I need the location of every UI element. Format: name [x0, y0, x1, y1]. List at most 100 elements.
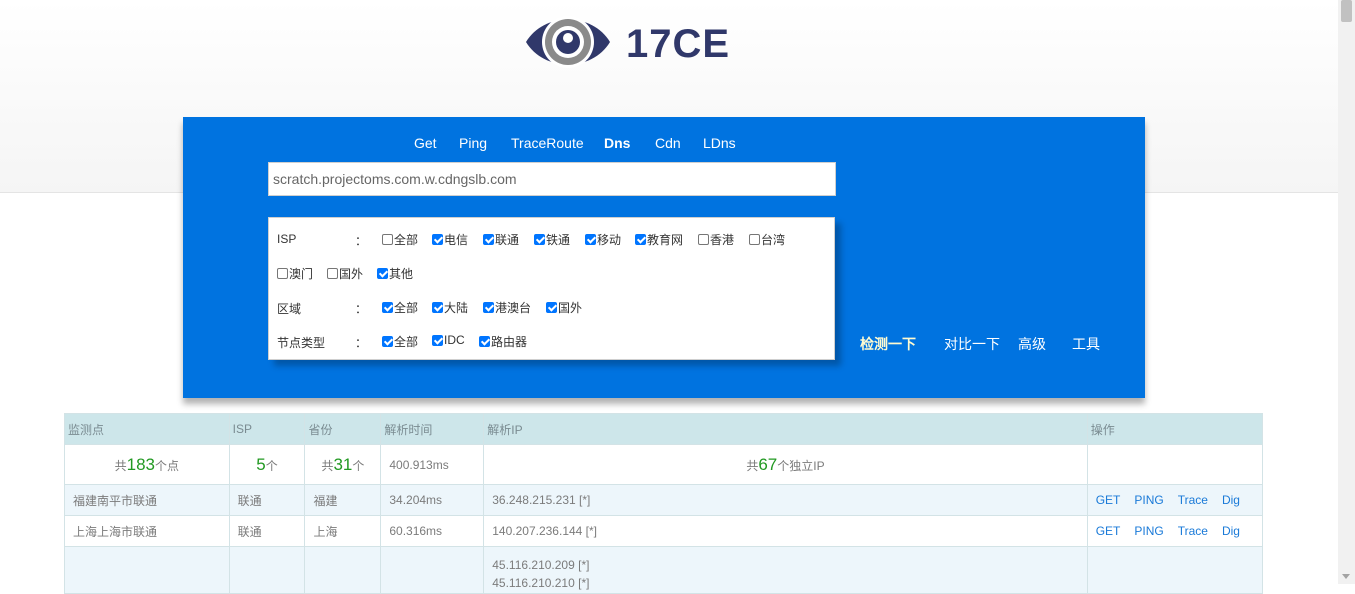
dig-link[interactable]: Dig	[1222, 524, 1240, 538]
compare-button[interactable]: 对比一下	[944, 334, 1000, 354]
checkbox-icon[interactable]	[432, 334, 443, 346]
col-resolve-time: 解析时间	[380, 413, 485, 445]
row-province	[304, 546, 382, 594]
trace-link[interactable]: Trace	[1178, 524, 1208, 538]
tab-get[interactable]: Get	[414, 135, 437, 151]
summary-ip-suffix: 个独立IP	[777, 458, 825, 473]
tools-button[interactable]: 工具	[1072, 334, 1100, 354]
get-link[interactable]: GET	[1096, 524, 1121, 538]
node-checkbox-label: 全部	[394, 335, 419, 349]
region-checkbox-3[interactable]: 国外	[546, 299, 582, 316]
scrollbar-thumb[interactable]	[1341, 0, 1352, 22]
col-isp: ISP	[228, 413, 306, 445]
col-actions: 操作	[1086, 413, 1264, 445]
region-checkbox-label: 港澳台	[495, 301, 532, 315]
isp-checkbox-6[interactable]: 香港	[698, 231, 734, 248]
region-checkbox-label: 大陆	[444, 301, 469, 315]
row-monitor-point: 上海上海市联通	[64, 515, 230, 547]
checkbox-icon[interactable]	[277, 268, 288, 279]
checkbox-icon[interactable]	[749, 234, 760, 245]
checkbox-icon[interactable]	[479, 336, 490, 347]
table-row: 上海上海市联通 联通 上海 60.316ms 140.207.236.144 […	[64, 515, 1264, 547]
summary-isp-suffix: 个	[265, 458, 278, 473]
results-table: 监测点 ISP 省份 解析时间 解析IP 操作 共183个点 5个 共31个 4…	[64, 413, 1264, 594]
isp-checkbox-7[interactable]: 台湾	[749, 231, 785, 248]
checkbox-icon[interactable]	[432, 234, 443, 245]
node-checkbox-2[interactable]: 路由器	[479, 333, 527, 350]
row-ip: 140.207.236.144 [*]	[483, 515, 1088, 547]
isp-checkbox-3[interactable]: 铁通	[534, 231, 570, 248]
vertical-scrollbar[interactable]	[1338, 0, 1355, 584]
dig-link[interactable]: Dig	[1222, 493, 1240, 507]
col-resolve-ip: 解析IP	[483, 413, 1088, 445]
isp-checkbox-1[interactable]: 电信	[432, 231, 468, 248]
checkbox-icon[interactable]	[382, 234, 393, 245]
summary-points-prefix: 共	[114, 458, 127, 473]
checkbox-icon[interactable]	[546, 302, 557, 313]
region-checkbox-2[interactable]: 港澳台	[483, 299, 531, 316]
isp-checkbox-0[interactable]: 全部	[382, 231, 418, 248]
node-checkbox-label: 路由器	[491, 335, 528, 349]
get-link[interactable]: GET	[1096, 493, 1121, 507]
isp-checkbox-9[interactable]: 国外	[327, 265, 363, 282]
checkbox-icon[interactable]	[432, 302, 443, 313]
scroll-down-arrow-icon[interactable]	[1342, 574, 1350, 579]
url-input[interactable]	[268, 162, 836, 196]
summary-points-suffix: 个点	[155, 458, 180, 473]
isp-checkbox-4[interactable]: 移动	[585, 231, 621, 248]
tab-cdn[interactable]: Cdn	[655, 135, 681, 151]
checkbox-icon[interactable]	[382, 302, 393, 313]
checkbox-icon[interactable]	[327, 268, 338, 279]
ping-link[interactable]: PING	[1134, 493, 1163, 507]
summary-row: 共183个点 5个 共31个 400.913ms 共67个独立IP	[64, 444, 1264, 485]
checkbox-icon[interactable]	[534, 234, 545, 245]
region-checkbox-label: 国外	[558, 301, 583, 315]
row-isp: 联通	[228, 484, 306, 516]
isp-checkbox-label: 香港	[710, 233, 735, 247]
row-province: 上海	[304, 515, 382, 547]
summary-ip-count: 67	[758, 454, 778, 474]
node-checkbox-0[interactable]: 全部	[382, 333, 418, 350]
checkbox-icon[interactable]	[377, 268, 388, 279]
tab-ping[interactable]: Ping	[459, 135, 487, 151]
checkbox-icon[interactable]	[635, 234, 646, 245]
table-row: 45.116.210.209 [*] 45.116.210.210 [*]	[64, 546, 1264, 594]
query-panel: Get Ping TraceRoute Dns Cdn LDns ISP ： 全…	[183, 117, 1145, 398]
checkbox-icon[interactable]	[483, 234, 494, 245]
detect-button[interactable]: 检测一下	[860, 334, 916, 354]
row-ip: 45.116.210.209 [*] 45.116.210.210 [*]	[483, 546, 1088, 594]
advanced-button[interactable]: 高级	[1018, 334, 1046, 354]
isp-checkbox-8[interactable]: 澳门	[277, 265, 313, 282]
row-ip-line: 45.116.210.209 [*]	[492, 558, 590, 572]
ping-link[interactable]: PING	[1134, 524, 1163, 538]
brand-name: 17CE	[626, 22, 731, 66]
row-actions: GET PING Trace Dig	[1086, 484, 1264, 516]
node-checkbox-1[interactable]: IDC	[432, 333, 465, 347]
col-monitor-point: 监测点	[64, 413, 230, 445]
row-monitor-point	[64, 546, 230, 594]
checkbox-icon[interactable]	[585, 234, 596, 245]
region-label: 区域	[277, 302, 302, 316]
summary-prov-count: 31	[333, 454, 353, 474]
col-province: 省份	[304, 413, 382, 445]
row-actions: GET PING Trace Dig	[1086, 515, 1264, 547]
region-checkbox-1[interactable]: 大陆	[432, 299, 468, 316]
row-ip: 36.248.215.231 [*]	[483, 484, 1088, 516]
summary-time: 400.913ms	[380, 444, 485, 485]
tab-dns[interactable]: Dns	[604, 135, 630, 151]
summary-points: 共183个点	[64, 444, 230, 485]
checkbox-icon[interactable]	[382, 336, 393, 347]
row-actions	[1086, 546, 1264, 594]
checkbox-icon[interactable]	[698, 234, 709, 245]
tab-ldns[interactable]: LDns	[703, 135, 736, 151]
checkbox-icon[interactable]	[483, 302, 494, 313]
row-monitor-point: 福建南平市联通	[64, 484, 230, 516]
isp-checkbox-10[interactable]: 其他	[377, 265, 413, 282]
isp-checkbox-5[interactable]: 教育网	[635, 231, 683, 248]
tab-traceroute[interactable]: TraceRoute	[511, 135, 584, 151]
summary-prov-prefix: 共	[321, 458, 334, 473]
region-checkbox-0[interactable]: 全部	[382, 299, 418, 316]
node-type-label: 节点类型	[277, 336, 326, 350]
trace-link[interactable]: Trace	[1178, 493, 1208, 507]
isp-checkbox-2[interactable]: 联通	[483, 231, 519, 248]
